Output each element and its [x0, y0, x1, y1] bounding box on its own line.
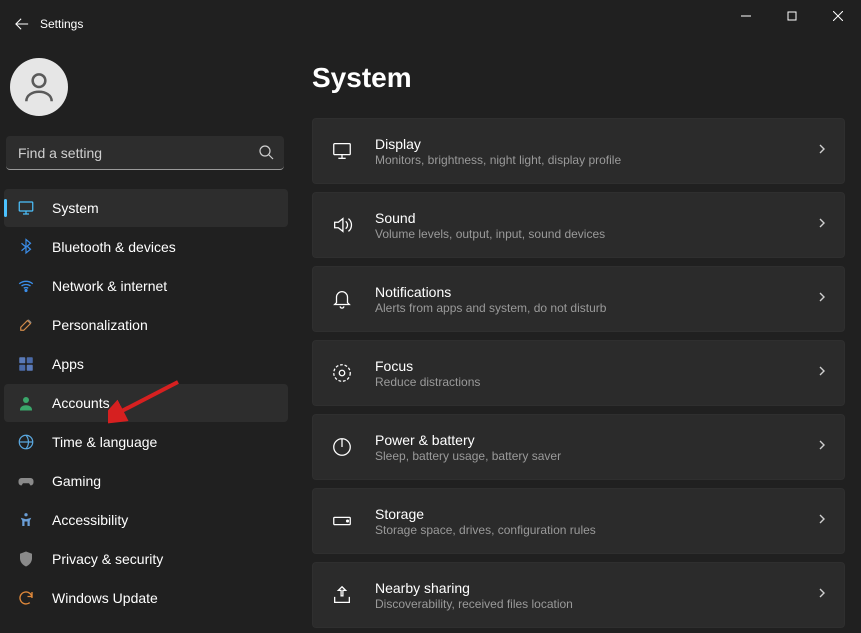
card-title: Focus — [375, 358, 796, 374]
sidebar-item-privacy[interactable]: Privacy & security — [4, 540, 288, 578]
card-title: Display — [375, 136, 796, 152]
page-title: System — [312, 62, 845, 94]
sidebar-item-label: Gaming — [52, 473, 101, 489]
sidebar-item-network[interactable]: Network & internet — [4, 267, 288, 305]
gamepad-icon — [16, 471, 36, 491]
sidebar-item-gaming[interactable]: Gaming — [4, 462, 288, 500]
card-subtitle: Sleep, battery usage, battery saver — [375, 449, 796, 463]
accessibility-icon — [16, 510, 36, 530]
chevron-right-icon — [816, 216, 828, 234]
main-content: System Display Monitors, brightness, nig… — [298, 48, 861, 633]
sidebar-item-label: Time & language — [52, 434, 157, 450]
sidebar-item-accounts[interactable]: Accounts — [4, 384, 288, 422]
sidebar-item-label: Privacy & security — [52, 551, 163, 567]
card-subtitle: Reduce distractions — [375, 375, 796, 389]
monitor-icon — [329, 140, 355, 162]
card-title: Sound — [375, 210, 796, 226]
apps-icon — [16, 354, 36, 374]
card-notifications[interactable]: Notifications Alerts from apps and syste… — [312, 266, 845, 332]
sidebar-item-apps[interactable]: Apps — [4, 345, 288, 383]
card-focus[interactable]: Focus Reduce distractions — [312, 340, 845, 406]
close-button[interactable] — [815, 0, 861, 32]
chevron-right-icon — [816, 512, 828, 530]
nav: System Bluetooth & devices Network & int… — [4, 188, 298, 633]
shield-icon — [16, 549, 36, 569]
card-display[interactable]: Display Monitors, brightness, night ligh… — [312, 118, 845, 184]
chevron-right-icon — [816, 438, 828, 456]
power-icon — [329, 436, 355, 458]
bell-icon — [329, 288, 355, 310]
share-icon — [329, 584, 355, 606]
chevron-right-icon — [816, 290, 828, 308]
sidebar-item-bluetooth[interactable]: Bluetooth & devices — [4, 228, 288, 266]
card-storage[interactable]: Storage Storage space, drives, configura… — [312, 488, 845, 554]
card-sound[interactable]: Sound Volume levels, output, input, soun… — [312, 192, 845, 258]
card-power[interactable]: Power & battery Sleep, battery usage, ba… — [312, 414, 845, 480]
minimize-button[interactable] — [723, 0, 769, 32]
person-icon — [16, 393, 36, 413]
sidebar-item-personalization[interactable]: Personalization — [4, 306, 288, 344]
chevron-right-icon — [816, 142, 828, 160]
card-title: Nearby sharing — [375, 580, 796, 596]
window-controls — [723, 0, 861, 32]
search-icon — [258, 144, 274, 165]
sidebar: System Bluetooth & devices Network & int… — [0, 48, 298, 633]
sidebar-item-label: Network & internet — [52, 278, 167, 294]
bluetooth-icon — [16, 237, 36, 257]
update-icon — [16, 588, 36, 608]
avatar[interactable] — [10, 58, 68, 116]
sidebar-item-time-language[interactable]: Time & language — [4, 423, 288, 461]
card-title: Power & battery — [375, 432, 796, 448]
app-title: Settings — [40, 17, 83, 31]
focus-icon — [329, 362, 355, 384]
maximize-button[interactable] — [769, 0, 815, 32]
card-subtitle: Discoverability, received files location — [375, 597, 796, 611]
sidebar-item-label: Personalization — [52, 317, 148, 333]
card-subtitle: Monitors, brightness, night light, displ… — [375, 153, 796, 167]
card-subtitle: Alerts from apps and system, do not dist… — [375, 301, 796, 315]
card-subtitle: Storage space, drives, configuration rul… — [375, 523, 796, 537]
chevron-right-icon — [816, 586, 828, 604]
chevron-right-icon — [816, 364, 828, 382]
card-title: Storage — [375, 506, 796, 522]
sidebar-item-label: System — [52, 200, 99, 216]
search-input[interactable] — [6, 136, 284, 170]
card-title: Notifications — [375, 284, 796, 300]
drive-icon — [329, 510, 355, 532]
clock-globe-icon — [16, 432, 36, 452]
sidebar-item-accessibility[interactable]: Accessibility — [4, 501, 288, 539]
brush-icon — [16, 315, 36, 335]
sidebar-item-label: Accounts — [52, 395, 110, 411]
wifi-icon — [16, 276, 36, 296]
sidebar-item-windows-update[interactable]: Windows Update — [4, 579, 288, 617]
sidebar-item-label: Bluetooth & devices — [52, 239, 176, 255]
speaker-icon — [329, 214, 355, 236]
card-subtitle: Volume levels, output, input, sound devi… — [375, 227, 796, 241]
sidebar-item-label: Windows Update — [52, 590, 158, 606]
sidebar-item-system[interactable]: System — [4, 189, 288, 227]
sidebar-item-label: Apps — [52, 356, 84, 372]
sidebar-item-label: Accessibility — [52, 512, 128, 528]
back-button[interactable] — [8, 10, 36, 38]
card-nearby-sharing[interactable]: Nearby sharing Discoverability, received… — [312, 562, 845, 628]
display-icon — [16, 198, 36, 218]
